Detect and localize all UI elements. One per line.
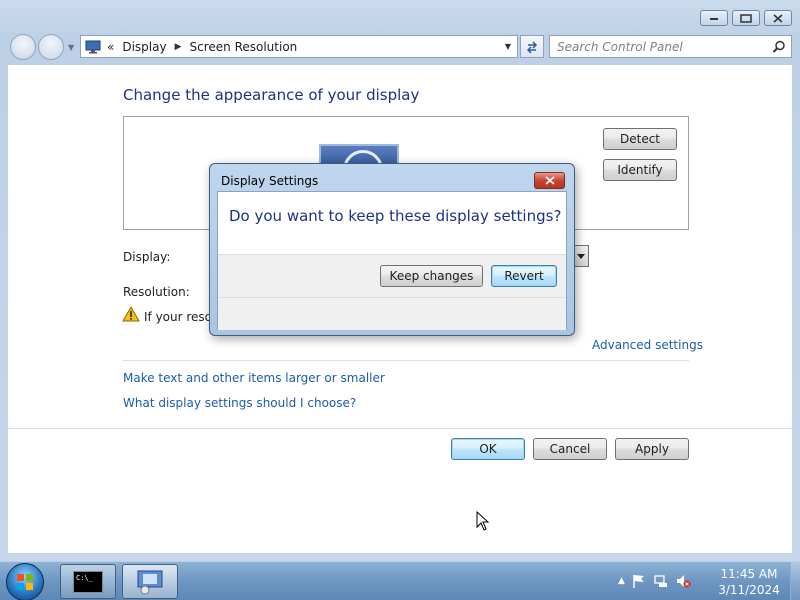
action-center-flag-icon[interactable] — [631, 573, 647, 589]
clock-time: 11:45 AM — [720, 567, 778, 581]
minimize-icon — [710, 18, 718, 20]
network-icon[interactable] — [653, 573, 669, 589]
start-button[interactable] — [6, 563, 44, 600]
breadcrumb-separator-icon[interactable]: ▶ — [175, 42, 182, 52]
clock-date: 3/11/2024 — [718, 583, 780, 597]
search-icon[interactable] — [772, 40, 786, 54]
breadcrumb-item-screen-resolution[interactable]: Screen Resolution — [190, 40, 298, 54]
dialog-body: Do you want to keep these display settin… — [217, 191, 567, 330]
address-history-dropdown-icon[interactable]: ▼ — [505, 42, 511, 51]
mouse-pointer-icon — [476, 511, 490, 531]
cancel-button[interactable]: Cancel — [533, 438, 607, 460]
window-controls — [700, 10, 792, 26]
breadcrumb-item-display[interactable]: Display — [122, 40, 166, 54]
address-bar[interactable]: « Display ▶ Screen Resolution ▼ — [80, 35, 518, 58]
dialog-question: Do you want to keep these display settin… — [229, 207, 562, 225]
detect-button[interactable]: Detect — [603, 128, 677, 150]
footer-divider — [8, 428, 792, 429]
clock[interactable]: 11:45 AM 3/11/2024 — [714, 566, 784, 598]
close-icon — [544, 176, 555, 185]
display-icon — [85, 40, 101, 53]
display-label: Display: — [123, 250, 171, 264]
close-icon — [773, 13, 783, 23]
search-placeholder: Search Control Panel — [557, 39, 683, 54]
display-settings-dialog: Display Settings Do you want to keep the… — [209, 163, 575, 336]
volume-muted-icon[interactable] — [675, 573, 691, 589]
dialog-button-area: Keep changes Revert — [218, 254, 566, 330]
warning-icon — [122, 306, 140, 322]
taskbar-control-panel[interactable] — [122, 564, 178, 599]
system-tray: ▲ — [618, 573, 691, 589]
back-button[interactable] — [10, 34, 36, 60]
refresh-icon — [526, 40, 538, 54]
taskbar-command-prompt[interactable]: C:\_ — [60, 564, 116, 599]
control-panel-display-icon — [137, 570, 163, 594]
forward-button[interactable] — [38, 34, 64, 60]
recent-pages-dropdown[interactable]: ▼ — [68, 43, 74, 52]
dialog-close-button[interactable] — [534, 172, 565, 189]
text-size-link[interactable]: Make text and other items larger or smal… — [123, 371, 385, 385]
advanced-settings-link[interactable]: Advanced settings — [592, 338, 703, 352]
navigation-bar: ▼ « Display ▶ Screen Resolution ▼ Search… — [8, 33, 792, 60]
command-prompt-icon: C:\_ — [73, 570, 103, 593]
taskbar: C:\_ ▲ 11:45 AM 3/11/2024 — [0, 561, 800, 600]
identify-button[interactable]: Identify — [603, 159, 677, 181]
page-title: Change the appearance of your display — [123, 86, 420, 104]
breadcrumb: « Display ▶ Screen Resolution — [107, 40, 297, 54]
breadcrumb-root-marker[interactable]: « — [107, 40, 114, 54]
display-help-link[interactable]: What display settings should I choose? — [123, 396, 356, 410]
resolution-label: Resolution: — [123, 285, 190, 299]
search-input[interactable]: Search Control Panel — [549, 35, 792, 58]
ok-button[interactable]: OK — [451, 438, 525, 460]
keep-changes-button[interactable]: Keep changes — [380, 265, 483, 287]
divider — [123, 360, 689, 361]
revert-button[interactable]: Revert — [491, 265, 557, 287]
minimize-button[interactable] — [700, 10, 728, 26]
refresh-button[interactable] — [520, 35, 544, 58]
maximize-icon — [740, 13, 752, 23]
chevron-down-icon — [576, 253, 585, 259]
windows-logo-icon — [17, 574, 33, 590]
dialog-title: Display Settings — [221, 174, 319, 188]
close-button[interactable] — [764, 10, 792, 26]
dialog-footer-divider — [218, 297, 566, 298]
show-desktop-button[interactable] — [790, 562, 800, 600]
show-hidden-icons-icon[interactable]: ▲ — [618, 576, 625, 586]
maximize-button[interactable] — [732, 10, 760, 26]
apply-button[interactable]: Apply — [615, 438, 689, 460]
